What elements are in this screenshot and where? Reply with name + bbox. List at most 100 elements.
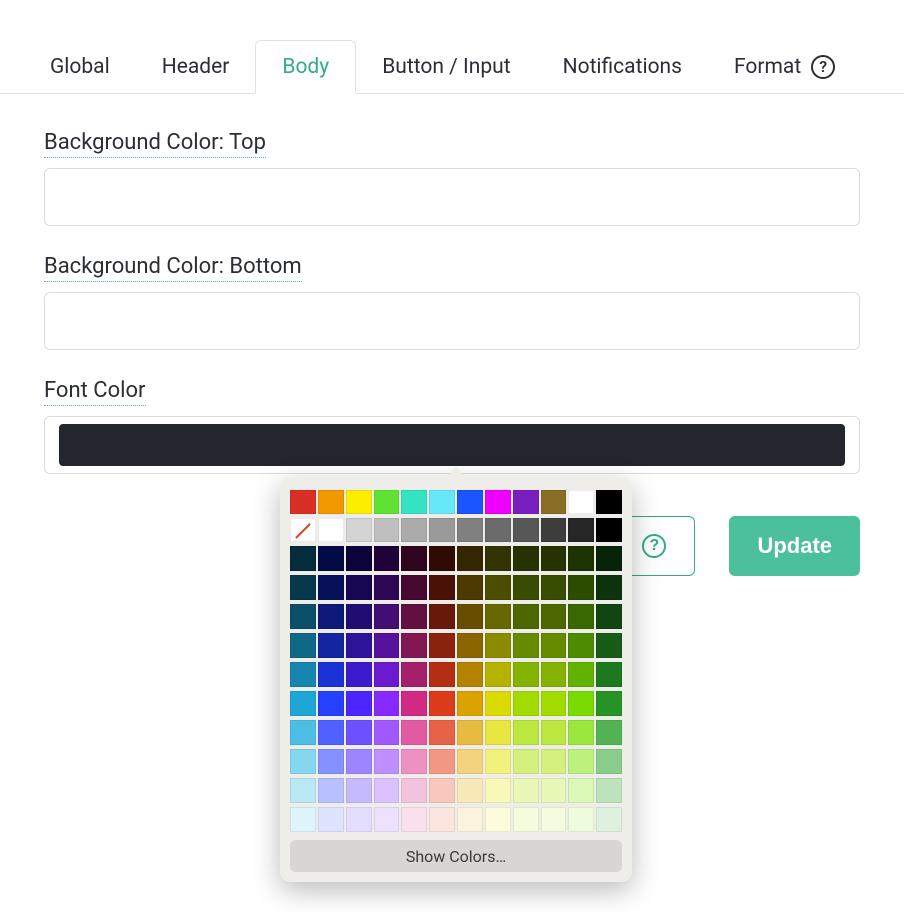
color-swatch-cell[interactable] xyxy=(429,518,455,542)
color-swatch-cell[interactable] xyxy=(541,604,567,629)
color-swatch-cell[interactable] xyxy=(401,778,427,803)
color-swatch-cell[interactable] xyxy=(513,749,539,774)
color-swatch-cell[interactable] xyxy=(401,546,427,571)
color-swatch-cell[interactable] xyxy=(290,778,316,803)
color-swatch-cell[interactable] xyxy=(596,749,622,774)
color-swatch-cell[interactable] xyxy=(513,778,539,803)
color-swatch-cell[interactable] xyxy=(457,662,483,687)
color-swatch-cell[interactable] xyxy=(457,518,483,542)
color-swatch-cell[interactable] xyxy=(541,720,567,745)
color-swatch-cell[interactable] xyxy=(568,749,594,774)
color-swatch-cell[interactable] xyxy=(596,604,622,629)
color-swatch-cell[interactable] xyxy=(457,778,483,803)
color-swatch-cell[interactable] xyxy=(457,490,483,514)
color-swatch-cell[interactable] xyxy=(290,604,316,629)
color-swatch-cell[interactable] xyxy=(485,546,511,571)
color-swatch-cell[interactable] xyxy=(568,778,594,803)
color-swatch-cell[interactable] xyxy=(346,807,372,832)
color-swatch-cell[interactable] xyxy=(374,604,400,629)
color-swatch-cell[interactable] xyxy=(318,807,344,832)
color-swatch-cell[interactable] xyxy=(346,518,372,542)
color-swatch-cell[interactable] xyxy=(374,518,400,542)
color-swatch-cell[interactable] xyxy=(513,575,539,600)
color-swatch-cell[interactable] xyxy=(374,546,400,571)
color-swatch-cell[interactable] xyxy=(541,518,567,542)
color-swatch-cell[interactable] xyxy=(513,807,539,832)
color-swatch-cell[interactable] xyxy=(596,662,622,687)
color-swatch-cell[interactable] xyxy=(374,749,400,774)
color-swatch-cell[interactable] xyxy=(485,749,511,774)
color-swatch-cell[interactable] xyxy=(541,691,567,716)
color-swatch-cell[interactable] xyxy=(429,575,455,600)
color-swatch-cell[interactable] xyxy=(457,575,483,600)
color-swatch-cell[interactable] xyxy=(513,662,539,687)
color-swatch-cell[interactable] xyxy=(374,633,400,658)
color-swatch-cell[interactable] xyxy=(401,575,427,600)
help-icon[interactable]: ? xyxy=(642,534,666,558)
color-swatch-cell[interactable] xyxy=(290,807,316,832)
color-swatch-cell[interactable] xyxy=(290,691,316,716)
color-swatch-cell[interactable] xyxy=(596,807,622,832)
color-swatch-cell[interactable] xyxy=(457,546,483,571)
color-swatch-cell[interactable] xyxy=(541,807,567,832)
color-swatch-cell[interactable] xyxy=(457,720,483,745)
color-swatch-cell[interactable] xyxy=(290,518,316,542)
color-swatch-cell[interactable] xyxy=(290,490,316,514)
color-swatch-cell[interactable] xyxy=(541,575,567,600)
color-swatch-cell[interactable] xyxy=(429,662,455,687)
color-swatch-cell[interactable] xyxy=(596,691,622,716)
color-swatch-cell[interactable] xyxy=(290,662,316,687)
tab-format[interactable]: Format ? xyxy=(708,41,861,93)
color-swatch-cell[interactable] xyxy=(568,691,594,716)
tab-button-input[interactable]: Button / Input xyxy=(356,41,536,93)
color-swatch-cell[interactable] xyxy=(513,633,539,658)
color-swatch-cell[interactable] xyxy=(346,691,372,716)
color-swatch-cell[interactable] xyxy=(318,518,344,542)
color-swatch-cell[interactable] xyxy=(374,575,400,600)
show-colors-button[interactable]: Show Colors… xyxy=(290,840,622,872)
color-swatch-cell[interactable] xyxy=(346,778,372,803)
color-swatch-cell[interactable] xyxy=(485,490,511,514)
color-swatch-cell[interactable] xyxy=(457,691,483,716)
color-swatch-cell[interactable] xyxy=(346,749,372,774)
color-swatch-cell[interactable] xyxy=(485,691,511,716)
color-swatch-cell[interactable] xyxy=(401,662,427,687)
color-swatch-cell[interactable] xyxy=(346,720,372,745)
color-swatch-cell[interactable] xyxy=(374,490,400,514)
color-swatch-cell[interactable] xyxy=(513,691,539,716)
color-swatch-cell[interactable] xyxy=(429,691,455,716)
color-swatch-cell[interactable] xyxy=(541,749,567,774)
color-swatch-cell[interactable] xyxy=(457,807,483,832)
color-swatch-cell[interactable] xyxy=(290,749,316,774)
tab-global[interactable]: Global xyxy=(24,41,136,93)
color-swatch-cell[interactable] xyxy=(346,490,372,514)
color-swatch-cell[interactable] xyxy=(513,490,539,514)
color-swatch-cell[interactable] xyxy=(457,633,483,658)
color-swatch-cell[interactable] xyxy=(429,749,455,774)
tab-header[interactable]: Header xyxy=(136,41,256,93)
color-swatch-cell[interactable] xyxy=(457,604,483,629)
color-swatch-cell[interactable] xyxy=(401,720,427,745)
color-swatch-cell[interactable] xyxy=(374,778,400,803)
color-swatch-cell[interactable] xyxy=(429,720,455,745)
color-swatch-cell[interactable] xyxy=(596,778,622,803)
color-swatch-cell[interactable] xyxy=(290,633,316,658)
tab-body[interactable]: Body xyxy=(255,40,356,94)
color-swatch-cell[interactable] xyxy=(290,546,316,571)
color-swatch-cell[interactable] xyxy=(346,575,372,600)
color-swatch-cell[interactable] xyxy=(429,778,455,803)
color-swatch-cell[interactable] xyxy=(513,518,539,542)
color-swatch-cell[interactable] xyxy=(374,720,400,745)
color-swatch-cell[interactable] xyxy=(568,662,594,687)
color-swatch-cell[interactable] xyxy=(568,633,594,658)
color-swatch-cell[interactable] xyxy=(568,720,594,745)
color-swatch-cell[interactable] xyxy=(429,633,455,658)
color-swatch-cell[interactable] xyxy=(513,604,539,629)
color-swatch-cell[interactable] xyxy=(318,720,344,745)
color-swatch-cell[interactable] xyxy=(401,490,427,514)
tab-notifications[interactable]: Notifications xyxy=(537,41,708,93)
color-swatch-cell[interactable] xyxy=(596,720,622,745)
color-swatch-cell[interactable] xyxy=(401,691,427,716)
color-swatch-cell[interactable] xyxy=(318,575,344,600)
color-swatch-cell[interactable] xyxy=(318,546,344,571)
